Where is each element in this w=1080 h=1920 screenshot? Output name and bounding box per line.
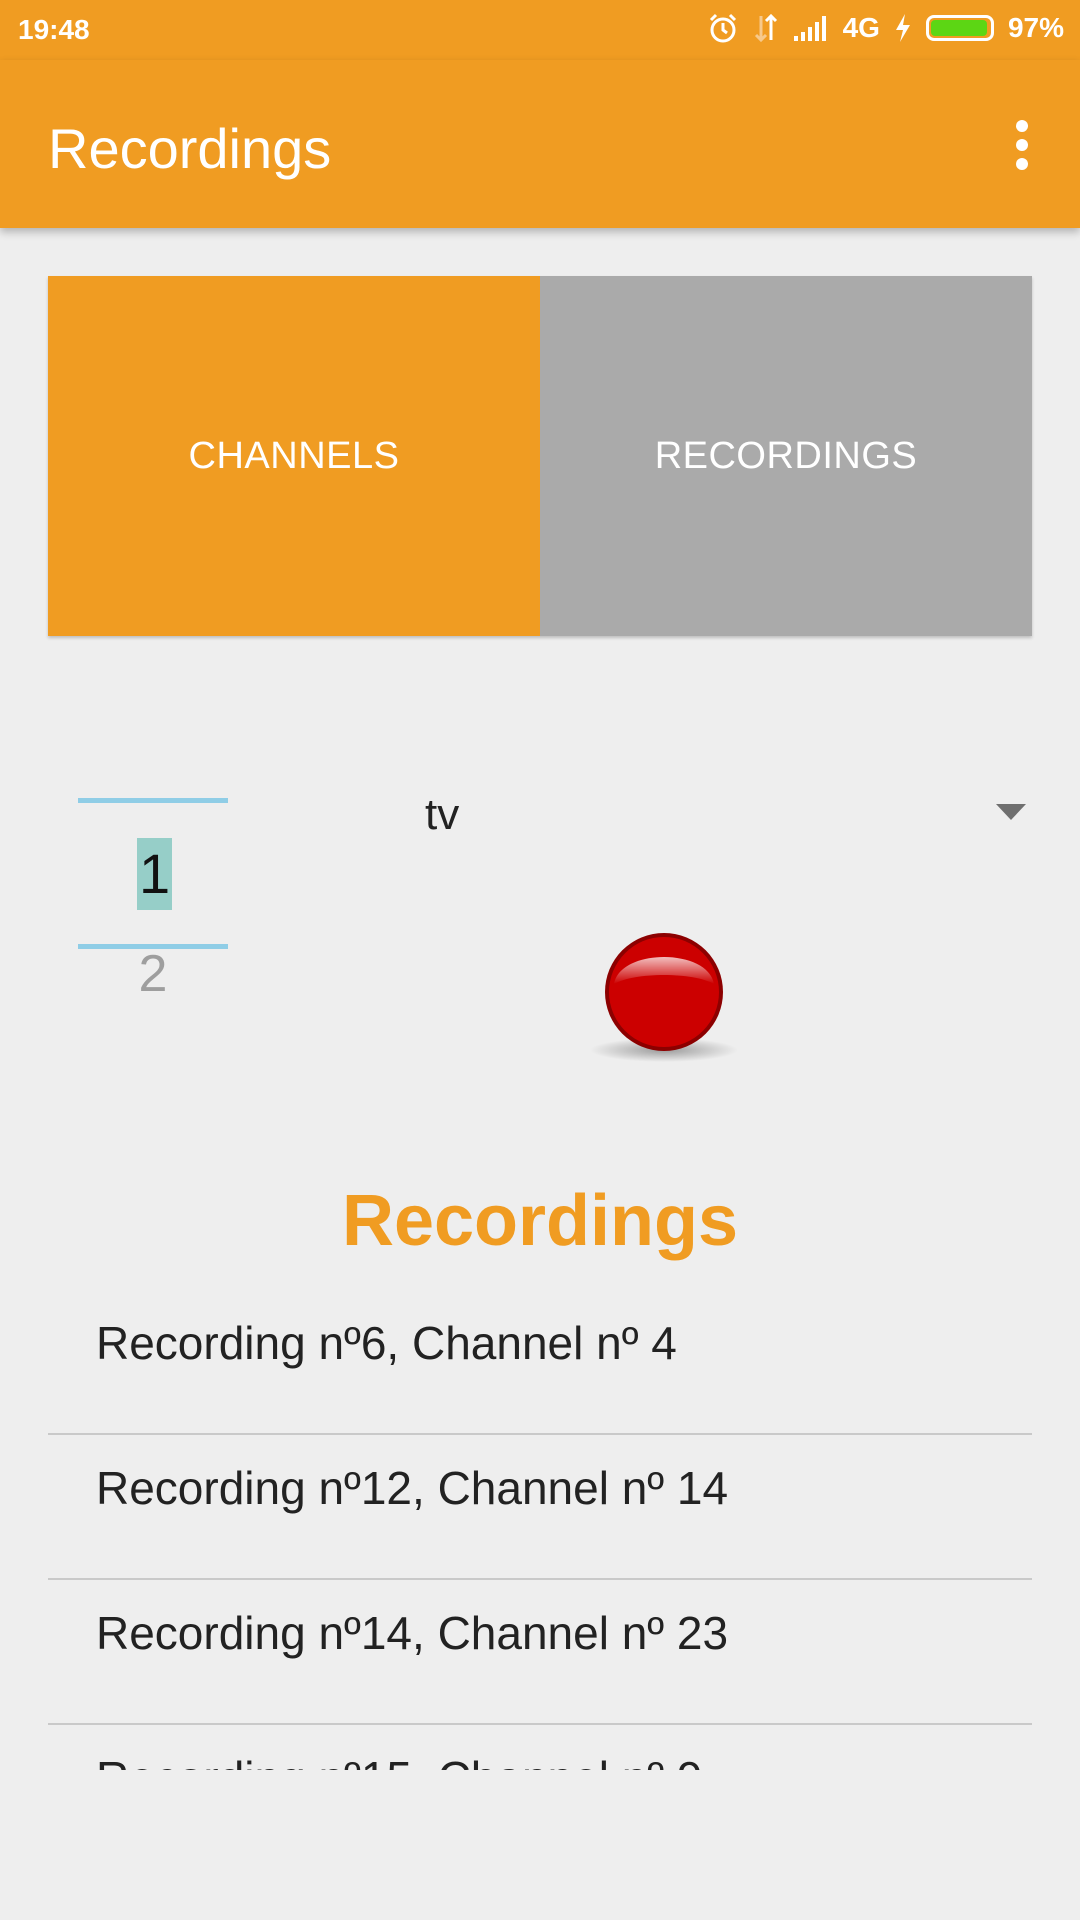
spinner-selected-value: tv [425, 790, 460, 839]
tab-recordings-label: RECORDINGS [654, 434, 918, 477]
list-item-label: Recording nº14, Channel nº 23 [96, 1607, 729, 1659]
type-spinner[interactable]: tv [270, 780, 1030, 850]
picker-top-divider [78, 798, 228, 803]
tab-channels-label: CHANNELS [188, 434, 400, 477]
charging-icon [894, 13, 912, 43]
network-type: 4G [842, 12, 880, 43]
status-time: 19:48 [18, 14, 90, 45]
recordings-list[interactable]: Recording nº6, Channel nº 4 Recording nº… [48, 1290, 1032, 1770]
picker-selected-value[interactable]: 1 [137, 838, 173, 910]
list-item[interactable]: Recording nº15, Channel nº 9 [48, 1725, 1032, 1770]
battery-percent: 97% [1007, 12, 1064, 43]
data-arrows-icon [753, 12, 779, 44]
alarm-icon [707, 12, 739, 44]
section-title: Recordings [341, 1181, 739, 1261]
status-bar: 19:48 4G 97% [0, 0, 1080, 60]
status-icons: 4G 97% [707, 12, 1064, 44]
tab-recordings[interactable]: RECORDINGS [540, 276, 1032, 636]
list-item-label: Recording nº6, Channel nº 4 [96, 1317, 677, 1369]
signal-icon [793, 14, 829, 42]
screen: 19:48 4G 97% Recordings CHANNELS RECORDI… [0, 0, 1080, 1920]
picker-next-value[interactable]: 2 [78, 944, 228, 1004]
list-item-label: Recording nº12, Channel nº 14 [96, 1462, 729, 1514]
overflow-menu-icon[interactable] [992, 110, 1052, 180]
list-item[interactable]: Recording nº12, Channel nº 14 [48, 1435, 1032, 1580]
record-button[interactable] [584, 928, 744, 1068]
list-item-label: Recording nº15, Channel nº 9 [96, 1751, 702, 1770]
record-icon [590, 933, 738, 1062]
tab-bar: CHANNELS RECORDINGS [48, 276, 1032, 636]
battery-icon [925, 15, 994, 41]
app-title: Recordings [48, 117, 332, 180]
battery-level-fill [930, 20, 988, 36]
tab-channels[interactable]: CHANNELS [48, 276, 540, 636]
dropdown-arrow-icon [996, 804, 1026, 820]
list-item[interactable]: Recording nº14, Channel nº 23 [48, 1580, 1032, 1725]
app-bar: Recordings [0, 60, 1080, 228]
channel-number-picker[interactable]: 1 2 [78, 790, 228, 1020]
list-item[interactable]: Recording nº6, Channel nº 4 [48, 1290, 1032, 1435]
